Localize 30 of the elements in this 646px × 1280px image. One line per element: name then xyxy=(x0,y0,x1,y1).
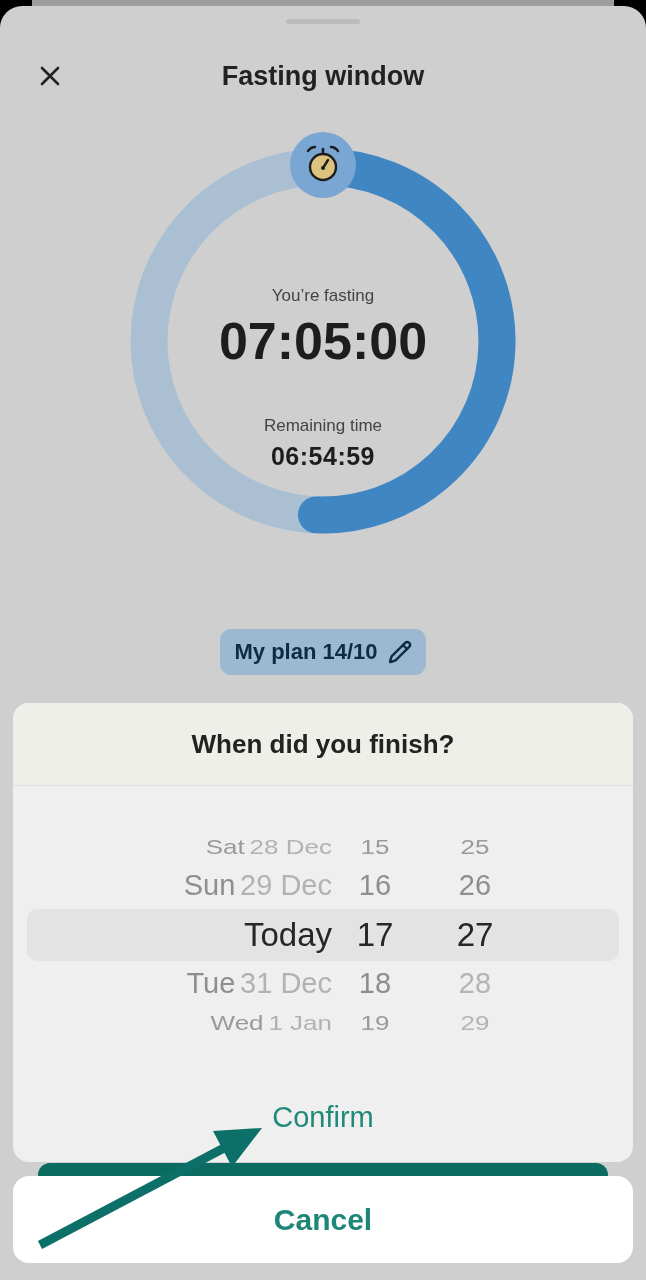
picker-minute[interactable]: 26 xyxy=(458,870,492,902)
picker-minute[interactable]: 27 xyxy=(456,916,494,954)
picker-hour[interactable]: 18 xyxy=(358,968,392,1000)
picker-hour[interactable]: 17 xyxy=(356,916,394,954)
cancel-button[interactable]: Cancel xyxy=(13,1176,633,1263)
picker-date[interactable]: 31 Dec xyxy=(240,968,332,1000)
close-icon[interactable] xyxy=(40,66,60,86)
remaining-label: Remaining time xyxy=(263,416,383,436)
picker-hour[interactable]: 15 xyxy=(360,835,390,859)
covered-button[interactable] xyxy=(38,1163,608,1176)
elapsed-time: 07:05:00 xyxy=(218,313,428,369)
picker-day[interactable]: Sat xyxy=(205,835,245,859)
confirm-button[interactable]: Confirm xyxy=(262,1087,384,1147)
picker-hour[interactable]: 16 xyxy=(358,870,392,902)
picker-day[interactable]: Wed xyxy=(210,1011,264,1035)
fasting-status: You’re fasting xyxy=(271,286,375,306)
picker-date[interactable]: 29 Dec xyxy=(240,870,332,902)
pencil-icon xyxy=(387,640,412,664)
remaining-time: 06:54:59 xyxy=(270,442,376,470)
sheet-title: Fasting window xyxy=(221,60,425,92)
stopwatch-icon xyxy=(290,132,356,198)
picker-date[interactable]: 1 Jan xyxy=(268,1011,332,1035)
picker-date[interactable]: 28 Dec xyxy=(249,835,332,859)
picker-minute[interactable]: 25 xyxy=(460,835,490,859)
picker-day[interactable]: Today xyxy=(243,916,332,954)
picker-day[interactable]: Tue xyxy=(186,968,236,1000)
picker-title: When did you finish? xyxy=(191,728,455,760)
picker-day[interactable]: Sun xyxy=(183,870,236,902)
picker-hour[interactable]: 19 xyxy=(360,1011,390,1035)
plan-button[interactable]: My plan 14/10 xyxy=(220,629,426,675)
